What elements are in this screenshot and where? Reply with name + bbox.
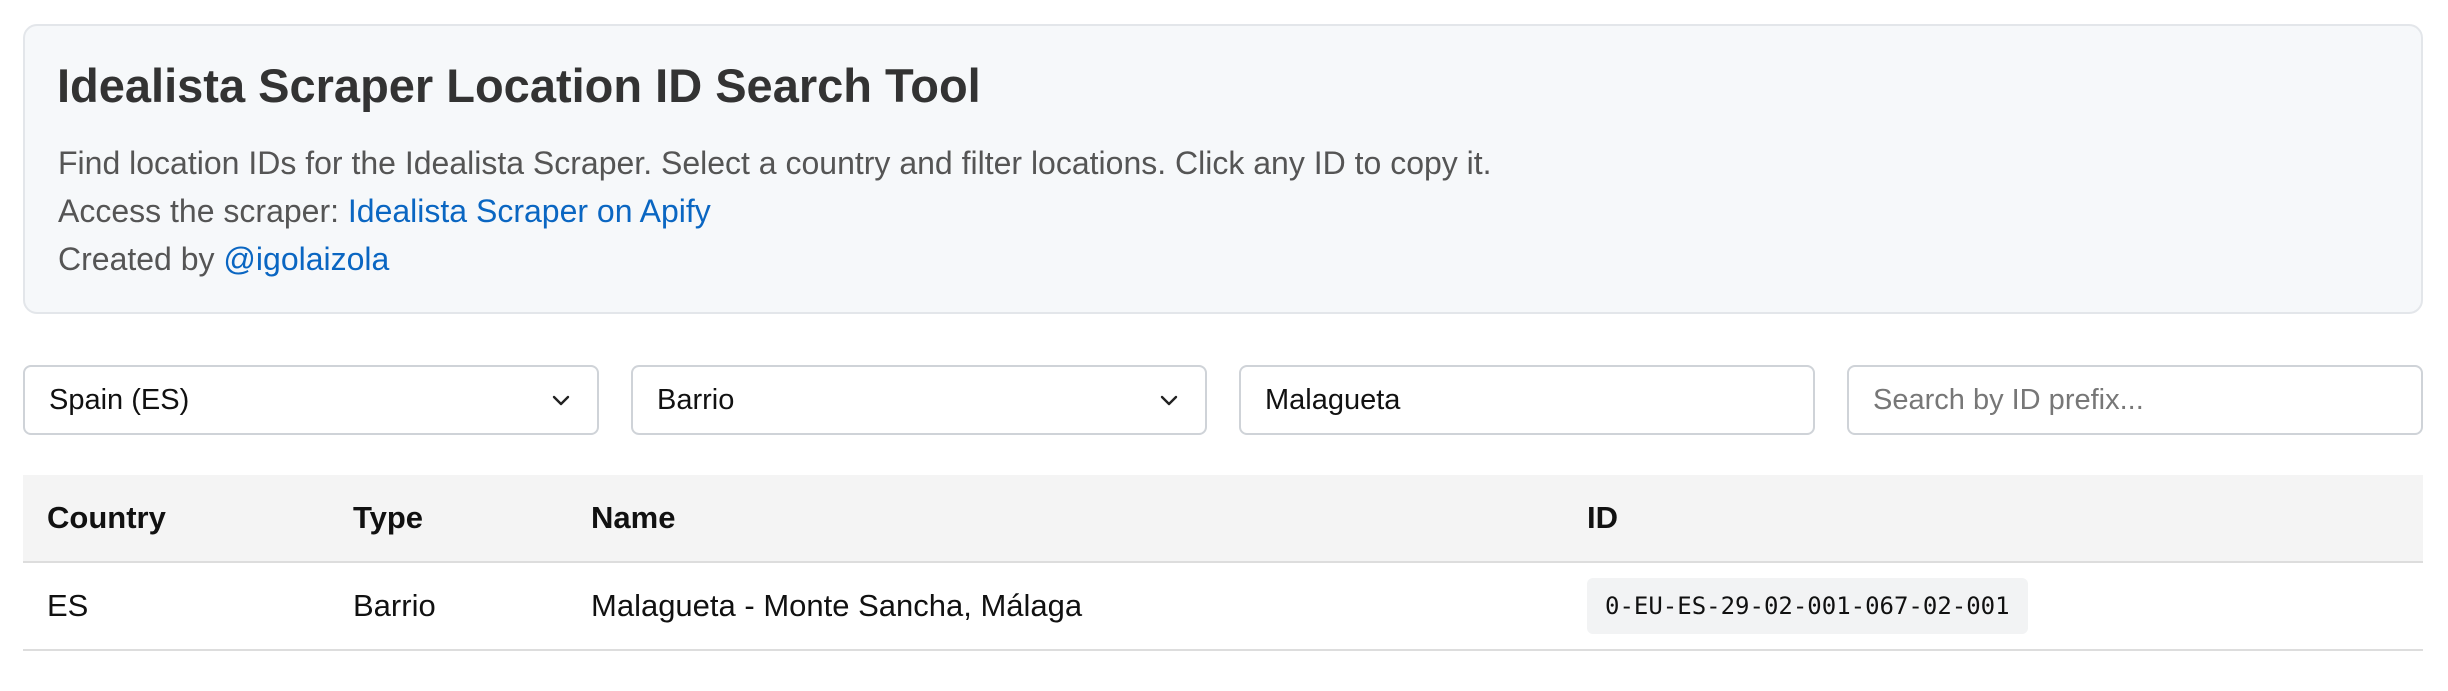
chevron-down-icon [552, 395, 570, 406]
created-by-line: Created by @igolaizola [58, 240, 389, 278]
cell-type: Barrio [353, 588, 436, 623]
access-line: Access the scraper: Idealista Scraper on… [58, 192, 711, 230]
header-card: Idealista Scraper Location ID Search Too… [23, 24, 2423, 314]
cell-id: 0-EU-ES-29-02-001-067-02-001 [1587, 563, 2028, 649]
created-by-label: Created by [58, 241, 224, 277]
access-label: Access the scraper: [58, 193, 348, 229]
country-select-value: Spain (ES) [49, 383, 190, 416]
column-header-type: Type [353, 500, 424, 535]
author-link[interactable]: @igolaizola [223, 241, 389, 277]
id-search-field [1847, 365, 2423, 435]
country-select[interactable]: Spain (ES) [23, 365, 599, 435]
column-header-id: ID [1587, 500, 1618, 535]
table-header-row: Country Type Name ID [23, 475, 2423, 563]
chevron-down-icon [1160, 395, 1178, 406]
type-select-value: Barrio [657, 383, 735, 416]
name-search-input[interactable] [1265, 383, 1789, 417]
id-prefix-search-input[interactable] [1873, 383, 2397, 417]
type-select[interactable]: Barrio [631, 365, 1207, 435]
column-header-country: Country [47, 500, 166, 535]
page: Idealista Scraper Location ID Search Too… [0, 0, 2448, 691]
copy-id-code[interactable]: 0-EU-ES-29-02-001-067-02-001 [1587, 578, 2028, 634]
column-header-name: Name [591, 500, 676, 535]
apify-scraper-link[interactable]: Idealista Scraper on Apify [348, 193, 711, 229]
table-row: ES Barrio Malagueta - Monte Sancha, Mála… [23, 563, 2423, 651]
results-table: Country Type Name ID ES Barrio Malagueta… [23, 475, 2423, 651]
cell-name: Malagueta - Monte Sancha, Málaga [591, 588, 1083, 623]
page-title: Idealista Scraper Location ID Search Too… [57, 59, 981, 112]
name-search-field [1239, 365, 1815, 435]
description-text: Find location IDs for the Idealista Scra… [58, 145, 1492, 181]
cell-country: ES [47, 588, 89, 623]
